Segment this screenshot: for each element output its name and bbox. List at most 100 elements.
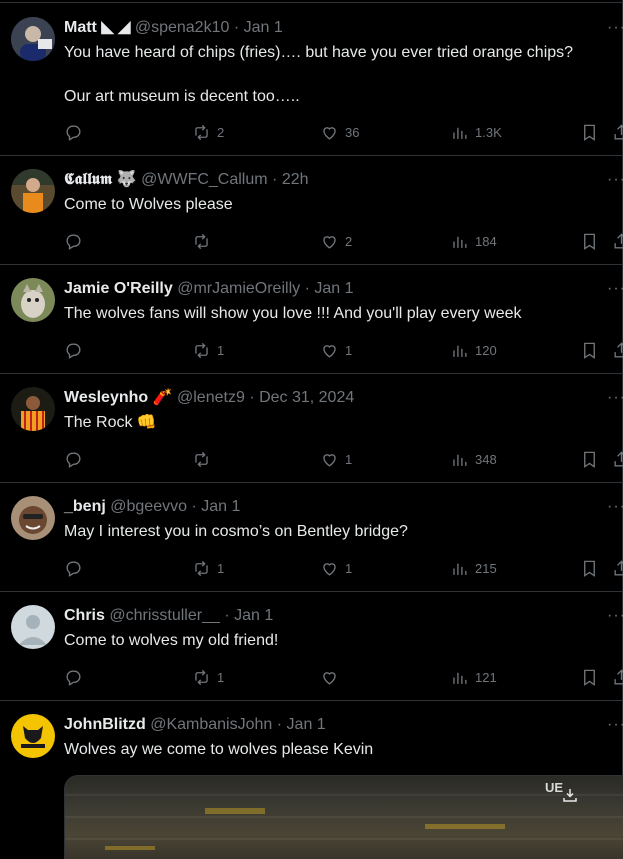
bookmark-button[interactable] [580,231,599,251]
more-icon[interactable]: ··· [607,282,623,296]
views-button[interactable]: 120 [450,340,497,360]
avatar[interactable] [11,387,55,431]
like-button[interactable]: 1 [320,449,352,469]
views-button[interactable]: 348 [450,449,497,469]
handle[interactable]: @bgeevvo [110,498,187,515]
handle[interactable]: @mrJamieOreilly [177,280,300,297]
share-icon [614,668,623,685]
share-button[interactable] [612,449,623,469]
retweet-button[interactable]: 2 [192,122,224,142]
retweet-button[interactable]: 1 [192,667,224,687]
handle[interactable]: @KambanisJohn [150,716,272,733]
reply-tweet[interactable]: Wesleynho 🧨 @lenetz9 · Dec 31, 2024 ··· … [0,374,623,483]
tweet-header: Chris @chrisstuller__ · Jan 1 [64,605,273,627]
display-name[interactable]: Chris [64,607,105,624]
like-button[interactable]: 36 [320,122,359,142]
share-button[interactable] [612,122,623,142]
default-avatar-icon [11,605,55,649]
views-icon [453,563,467,575]
display-name[interactable]: Jamie O'Reilly [64,280,173,297]
timestamp[interactable]: · Jan 1 [305,280,354,297]
share-button[interactable] [612,558,623,578]
retweet-count: 1 [217,342,225,358]
display-name[interactable]: JohnBlitzd [64,716,146,733]
handle[interactable]: @spena2k10 [135,19,230,36]
timestamp[interactable]: · Jan 1 [191,498,240,515]
display-name[interactable]: Matt [64,19,97,36]
reply-tweet[interactable]: Chris @chrisstuller__ · Jan 1 ··· Come t… [0,592,623,701]
avatar-photo-icon [11,496,55,540]
avatar[interactable] [11,714,55,758]
avatar[interactable] [11,605,55,649]
retweet-button[interactable] [192,231,217,251]
avatar[interactable] [11,278,55,322]
views-button[interactable]: 121 [450,667,497,687]
like-button[interactable]: 2 [320,231,352,251]
retweet-button[interactable]: 1 [192,558,224,578]
heart-icon [323,671,336,685]
video-media[interactable]: UE [64,775,623,859]
bookmark-button[interactable] [580,340,599,360]
like-button[interactable]: 1 [320,340,352,360]
timestamp[interactable]: · Jan 1 [277,716,326,733]
handle[interactable]: @lenetz9 [177,389,245,406]
views-button[interactable]: 1.3K [450,122,502,142]
reply-button[interactable] [64,667,89,687]
more-icon[interactable]: ··· [607,609,623,623]
timestamp[interactable]: · Dec 31, 2024 [249,389,354,406]
like-button[interactable] [320,667,345,687]
reply-icon [66,124,81,141]
reply-button[interactable] [64,449,89,469]
share-button[interactable] [612,667,623,687]
bookmark-button[interactable] [580,558,599,578]
reply-tweet[interactable]: 𝕮𝖆𝖑𝖑𝖚𝖒 🐺 @WWFC_Callum · 22h ··· Come to … [0,156,623,265]
more-icon[interactable]: ··· [607,718,623,732]
timestamp[interactable]: · Jan 1 [224,607,273,624]
tweet-text-line: The wolves fans will show you love !!! A… [64,305,522,322]
handle[interactable]: @chrisstuller__ [109,607,220,624]
views-button[interactable]: 215 [450,558,497,578]
reply-button[interactable] [64,558,89,578]
reply-button[interactable] [64,122,89,142]
more-icon[interactable]: ··· [607,21,623,35]
avatar[interactable] [11,496,55,540]
heart-icon [323,453,336,467]
retweet-button[interactable] [192,449,217,469]
more-icon[interactable]: ··· [607,391,623,405]
reply-tweet[interactable]: _benj @bgeevvo · Jan 1 ··· May I interes… [0,483,623,592]
more-icon[interactable]: ··· [607,500,623,514]
reply-button[interactable] [64,340,89,360]
more-icon[interactable]: ··· [607,173,623,187]
reply-tweet[interactable]: JohnBlitzd @KambanisJohn · Jan 1 ··· Wol… [0,701,623,859]
share-button[interactable] [612,231,623,251]
reply-icon [66,669,81,686]
tweet-text-line: Our art museum is decent too….. [64,88,300,105]
avatar[interactable] [11,17,55,61]
retweet-count: 1 [217,669,225,685]
bookmark-button[interactable] [580,449,599,469]
bookmark-icon [584,124,595,141]
retweet-count: 1 [217,560,225,576]
reply-icon [66,560,81,577]
like-button[interactable]: 1 [320,558,352,578]
views-button[interactable]: 184 [450,231,497,251]
views-icon [453,236,467,248]
retweet-button[interactable]: 1 [192,340,224,360]
timestamp[interactable]: · Jan 1 [234,19,283,36]
display-name[interactable]: Wesleynho [64,389,148,406]
top-divider [0,2,623,3]
share-button[interactable] [612,340,623,360]
reply-tweet[interactable]: Jamie O'Reilly @mrJamieOreilly · Jan 1 ·… [0,265,623,374]
reply-tweet[interactable]: Matt ◣ ◢ @spena2k10 · Jan 1 ··· You have… [0,4,623,156]
display-name[interactable]: _benj [64,498,106,515]
display-name[interactable]: 𝕮𝖆𝖑𝖑𝖚𝖒 [64,171,112,188]
timestamp[interactable]: · 22h [272,171,308,188]
bookmark-button[interactable] [580,122,599,142]
handle[interactable]: @WWFC_Callum [141,171,267,188]
bookmark-button[interactable] [580,667,599,687]
download-button[interactable] [553,784,577,808]
views-icon [453,127,467,139]
retweet-icon [195,560,208,576]
reply-button[interactable] [64,231,89,251]
avatar[interactable] [11,169,55,213]
